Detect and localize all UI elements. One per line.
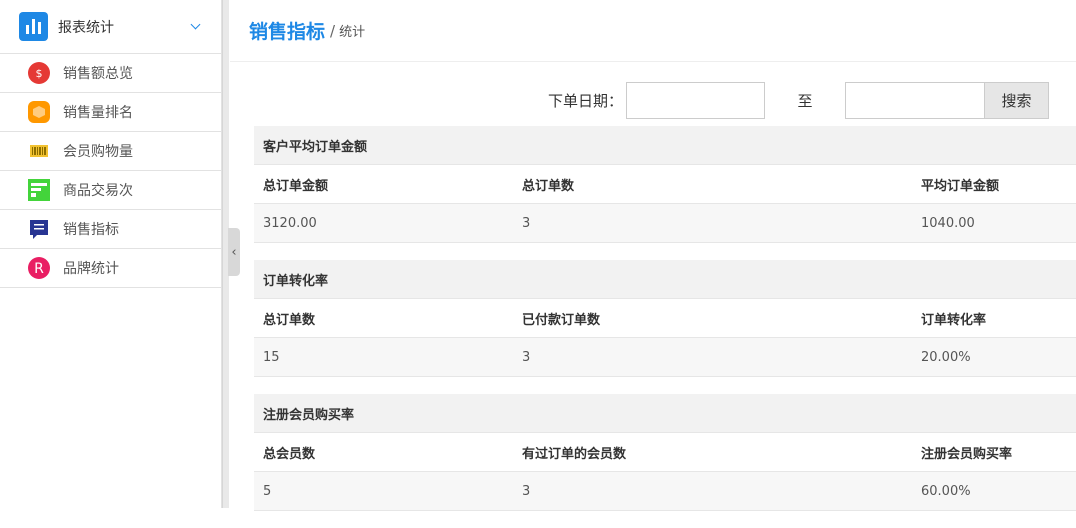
sidebar-item-sales-overview[interactable]: $ 销售额总览 [0,54,221,93]
column-header: 有过订单的会员数 [522,446,627,462]
chevron-down-icon[interactable] [190,19,201,30]
registered-icon: R [28,257,50,279]
breadcrumb-current: 统计 [339,25,366,40]
sidebar: 报表统计 $ 销售额总览 销售量排名 会员购物量 商品交易次 销售指标 R 品牌… [0,0,222,508]
table-cell: 3 [522,215,531,231]
to-label: 至 [797,92,813,110]
sidebar-item-member-purchases[interactable]: 会员购物量 [0,132,221,171]
box-icon [28,101,50,123]
table-header-row: 总会员数 有过订单的会员数 注册会员购买率 [254,433,1076,472]
table-header-row: 总订单数 已付款订单数 订单转化率 [254,299,1076,338]
order-conversion-table: 订单转化率 总订单数 已付款订单数 订单转化率 15 3 20.00% [254,260,1076,377]
table-cell: 5 [263,483,272,499]
sidebar-section-header[interactable]: 报表统计 [0,0,221,54]
table-title: 注册会员购买率 [254,394,1076,433]
end-date-input[interactable] [845,82,985,119]
page-title: 销售指标 [249,21,326,43]
table-row: 3120.00 3 1040.00 [254,204,1076,243]
sidebar-item-sales-ranking[interactable]: 销售量排名 [0,93,221,132]
search-bar: 下单日期： 至 搜索 [548,82,1050,119]
order-date-label: 下单日期： [548,92,624,110]
main-content: 销售指标 / 统计 下单日期： 至 搜索 客户平均订单金额 总订单金额 总订单数… [230,0,1076,511]
start-date-input[interactable] [626,82,766,119]
svg-text:R: R [34,261,44,277]
column-header: 订单转化率 [921,312,987,328]
column-header: 总订单金额 [263,178,329,194]
message-icon [28,218,50,240]
column-header: 注册会员购买率 [921,446,1013,462]
sidebar-item-label: 品牌统计 [63,261,119,277]
search-button[interactable]: 搜索 [984,82,1050,119]
table-row: 5 3 60.00% [254,472,1076,511]
sidebar-section-title: 报表统计 [58,19,114,36]
sidebar-item-brand-stats[interactable]: R 品牌统计 [0,249,221,288]
sidebar-item-transactions[interactable]: 商品交易次 [0,171,221,210]
table-title: 客户平均订单金额 [254,126,1076,165]
table-title: 订单转化率 [254,260,1076,299]
sidebar-item-label: 销售额总览 [63,66,133,82]
svg-text:$: $ [36,67,43,80]
sidebar-item-sales-indicators[interactable]: 销售指标 [0,210,221,249]
table-row: 15 3 20.00% [254,338,1076,377]
page-header: 销售指标 / 统计 [230,0,1076,62]
member-purchase-rate-table: 注册会员购买率 总会员数 有过订单的会员数 注册会员购买率 5 3 60.00% [254,394,1076,511]
form-icon [28,179,50,201]
sidebar-item-label: 销售指标 [63,222,119,238]
table-cell: 3 [522,349,531,365]
column-header: 总订单数 [263,312,316,328]
stats-tables: 客户平均订单金额 总订单金额 总订单数 平均订单金额 3120.00 3 104… [254,126,1076,528]
sidebar-item-label: 商品交易次 [63,183,133,199]
table-cell: 60.00% [921,483,971,499]
column-header: 总会员数 [263,446,316,462]
bar-chart-icon [19,12,48,41]
table-cell: 3 [522,483,531,499]
column-header: 总订单数 [522,178,575,194]
breadcrumb-separator: / [330,21,336,40]
column-header: 已付款订单数 [522,312,601,328]
money-bag-icon: $ [28,62,50,84]
table-cell: 15 [263,349,280,365]
table-cell: 3120.00 [263,215,317,231]
table-cell: 1040.00 [921,215,975,231]
sidebar-item-label: 销售量排名 [63,105,133,121]
barcode-icon [28,140,50,162]
column-header: 平均订单金额 [921,178,1000,194]
avg-order-amount-table: 客户平均订单金额 总订单金额 总订单数 平均订单金额 3120.00 3 104… [254,126,1076,243]
sidebar-item-label: 会员购物量 [63,144,133,160]
table-header-row: 总订单金额 总订单数 平均订单金额 [254,165,1076,204]
table-cell: 20.00% [921,349,971,365]
